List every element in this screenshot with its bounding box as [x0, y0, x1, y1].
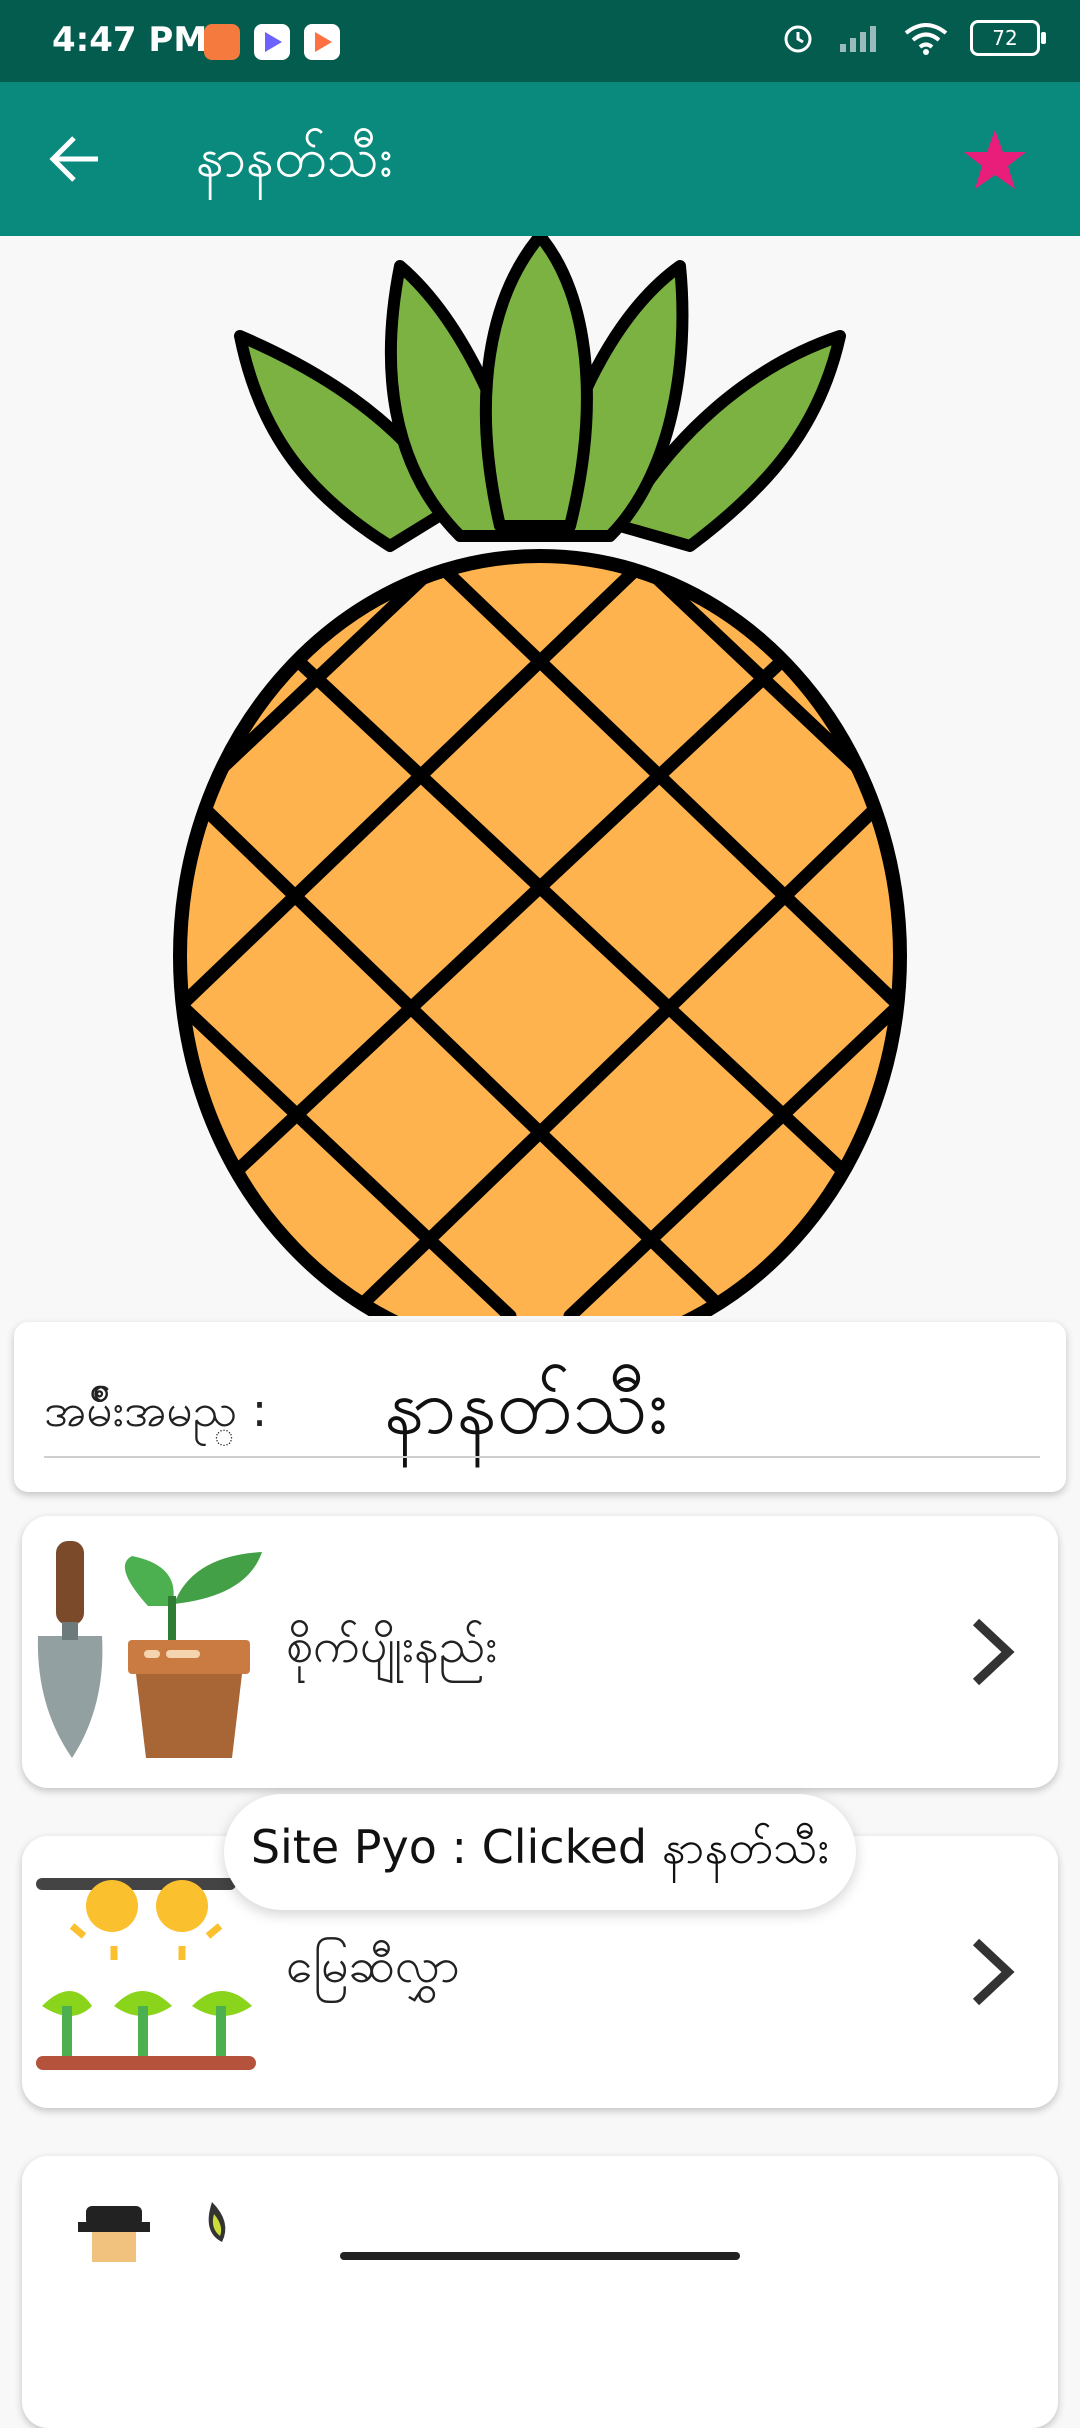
- chevron-right-icon: [972, 1938, 1015, 2006]
- menu-item-label: မြေဆီလွှာ: [286, 1938, 460, 1994]
- farmer-icon: [78, 2202, 226, 2262]
- menu-item-farmer[interactable]: [22, 2156, 1058, 2428]
- status-bar: 4:47 PM 72: [0, 0, 1080, 82]
- wifi-icon: [904, 23, 948, 55]
- arrow-back-icon[interactable]: [40, 124, 110, 194]
- chevron-right-icon: [972, 1618, 1015, 1686]
- home-indicator[interactable]: [340, 2252, 740, 2260]
- trowel-plant-pot-icon: [37, 1541, 262, 1758]
- pineapple-illustration: [173, 236, 907, 1316]
- name-value: နာနတ်သီး: [384, 1362, 668, 1452]
- divider: [44, 1456, 1040, 1458]
- alarm-icon: [784, 25, 812, 53]
- menu-item-cultivation[interactable]: စိုက်ပျိုးနည်း: [22, 1516, 1058, 1788]
- app-bar: နာနတ်သီး: [0, 82, 1080, 236]
- shopping-bag-icon: [204, 24, 240, 60]
- page-title: နာနတ်သီး: [196, 126, 393, 189]
- toast-message: Site Pyo : Clicked နာနတ်သီး: [224, 1794, 856, 1910]
- play-store-icon: [304, 24, 340, 60]
- signal-icon: [840, 26, 876, 52]
- menu-item-label: စိုက်ပျိုးနည်း: [286, 1618, 498, 1674]
- sun-seedlings-icon: [36, 1878, 256, 2070]
- play-store-icon: [254, 24, 290, 60]
- battery-icon: 72: [970, 20, 1046, 56]
- star-icon[interactable]: [960, 126, 1030, 196]
- name-label: အမ်ိဳးအမည္ :: [44, 1383, 268, 1437]
- status-time: 4:47 PM: [52, 20, 208, 60]
- name-card: အမ်ိဳးအမည္ : နာနတ်သီး: [14, 1322, 1066, 1492]
